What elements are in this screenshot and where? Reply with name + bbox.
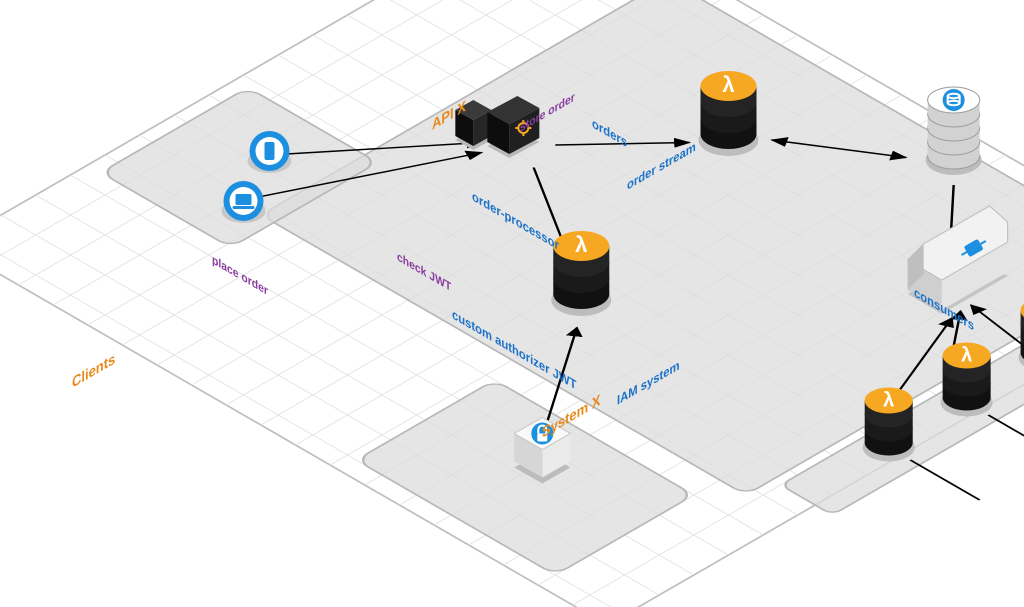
orders-db-icon: [926, 87, 982, 175]
svg-text:λ: λ: [883, 390, 894, 412]
edge-consumer3-out: [910, 460, 979, 500]
custom-authorizer-icon: λ: [551, 231, 611, 316]
svg-text:λ: λ: [575, 232, 587, 257]
region-label-clients: Clients: [72, 350, 115, 392]
order-processor-icon: λ: [699, 71, 759, 156]
svg-text:λ: λ: [961, 345, 972, 367]
svg-text:λ: λ: [722, 72, 734, 97]
architecture-diagram: λ λ: [0, 0, 1024, 607]
consumer-lambda-2: λ: [941, 343, 993, 417]
consumer-lambda-3: λ: [863, 388, 915, 462]
